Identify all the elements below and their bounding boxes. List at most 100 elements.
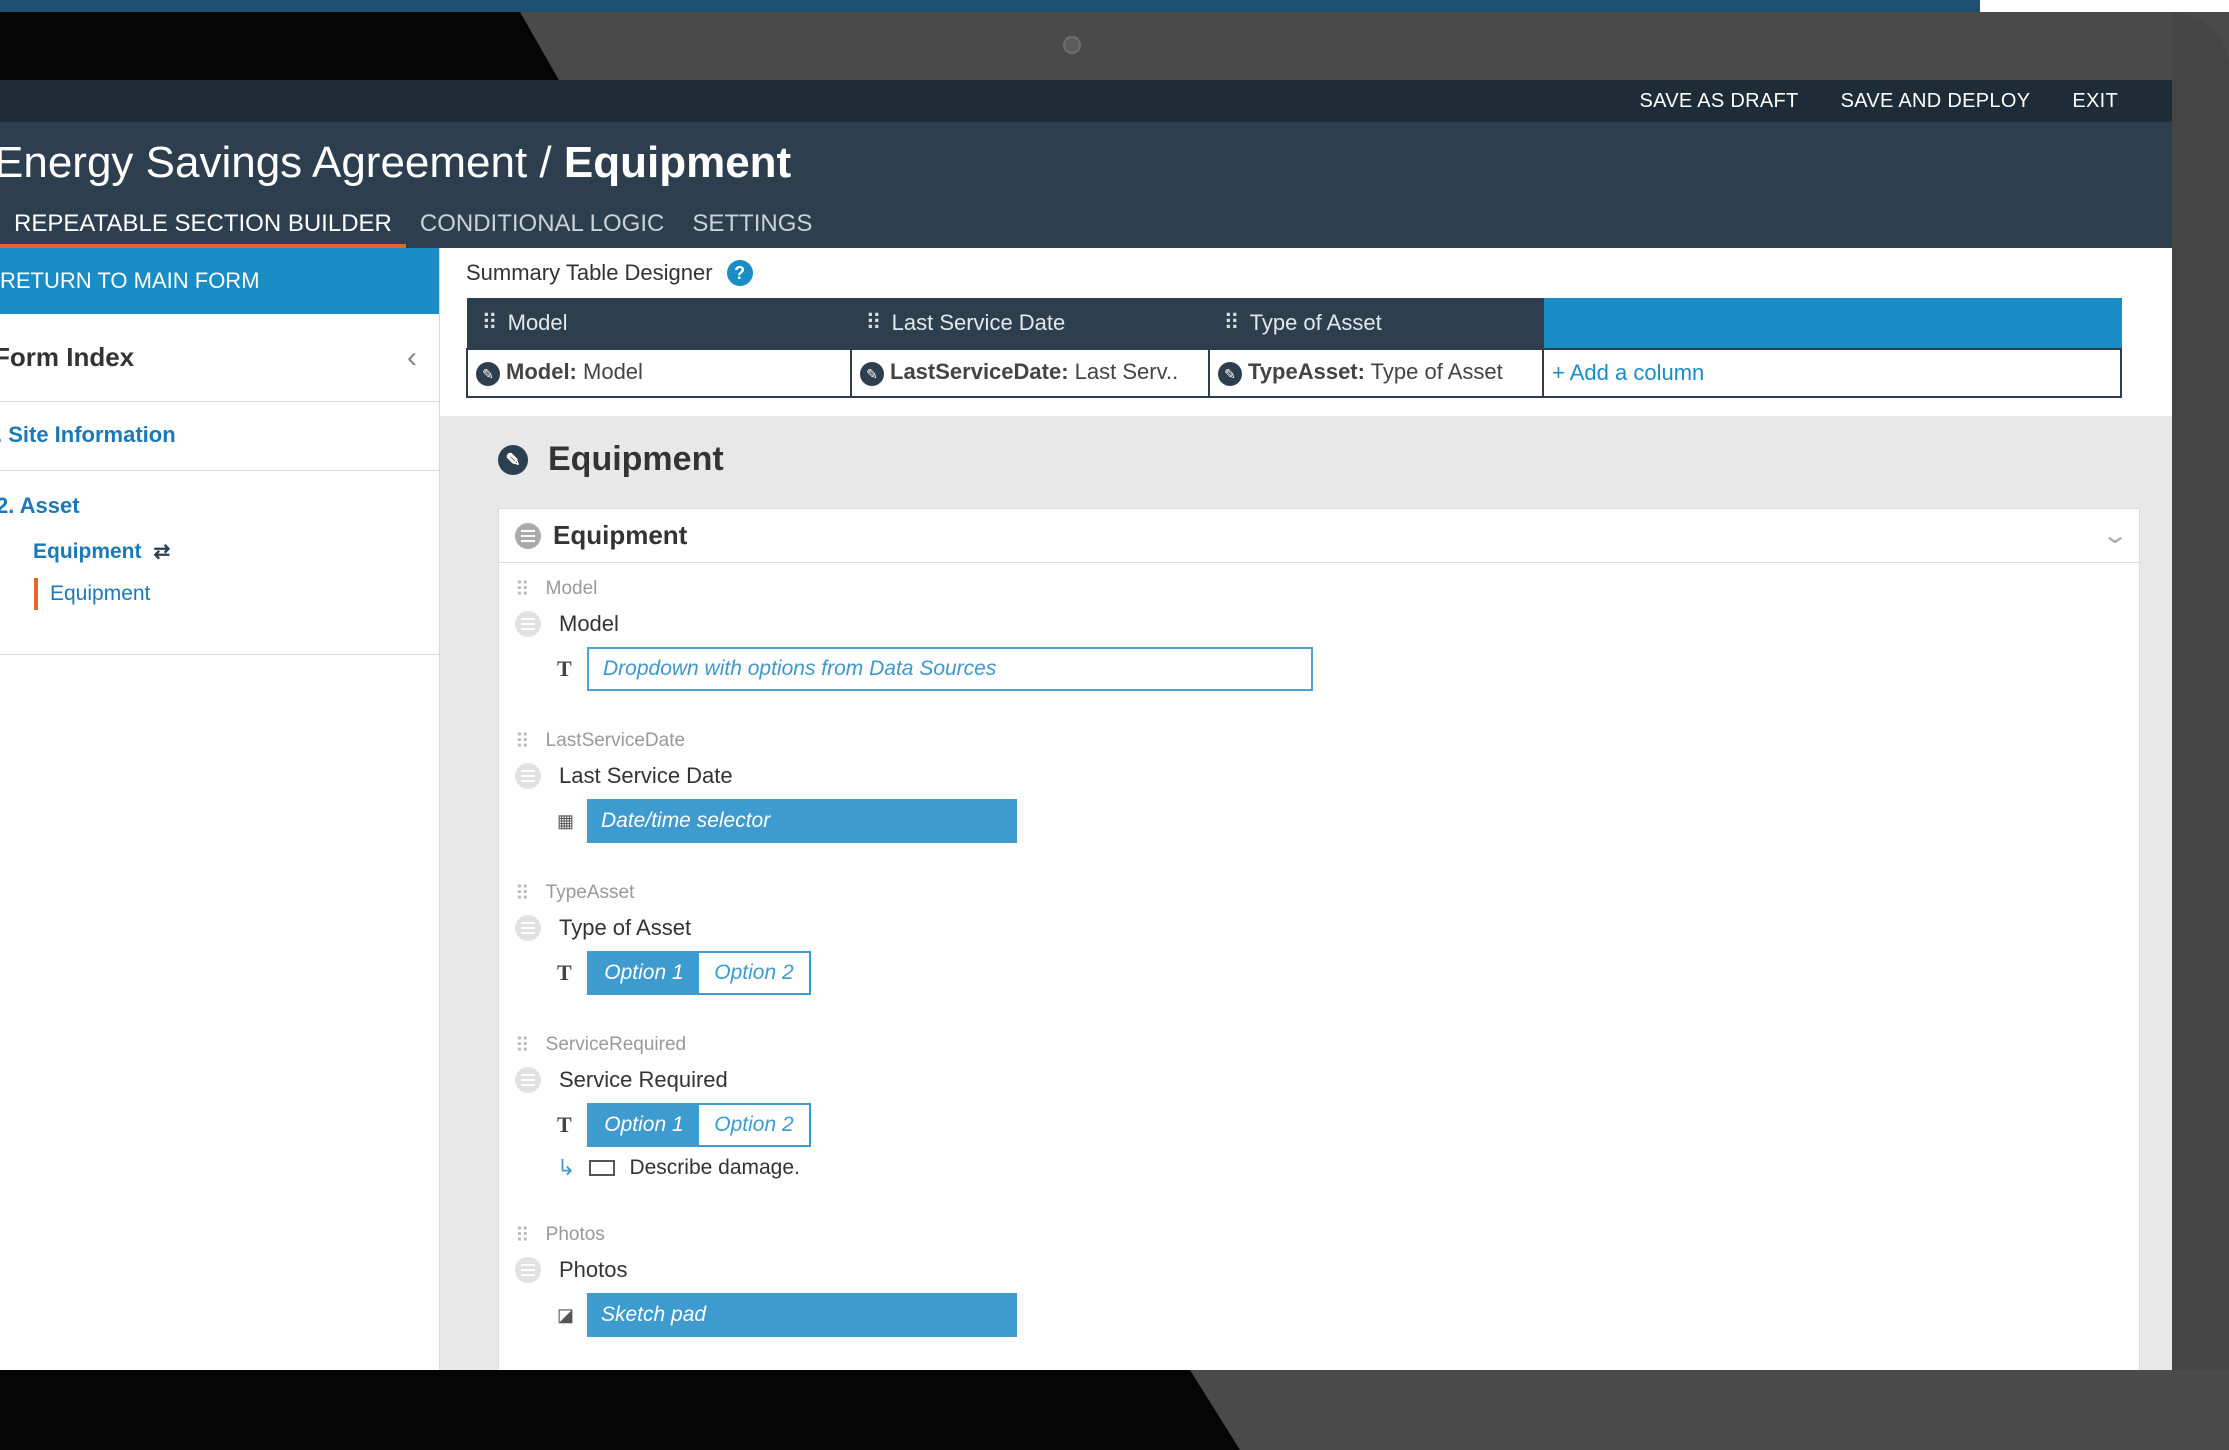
text-box-icon <box>589 1160 616 1176</box>
device-bezel-right <box>2172 12 2229 1450</box>
field-key: ⠿ Model <box>515 575 1915 603</box>
sketch-pad-button[interactable]: Sketch pad <box>587 1293 1017 1337</box>
nav-section-site-information: . Site Information <box>0 402 439 471</box>
cell-key: TypeAsset: <box>1248 359 1365 385</box>
date-time-selector-button[interactable]: Date/time selector <box>587 799 1017 843</box>
field-key-label: Photos <box>545 1224 605 1245</box>
card-header[interactable]: Equipment ⌄ <box>499 509 2139 563</box>
add-column-link[interactable]: + Add a column <box>1552 360 1704 385</box>
option-1-button[interactable]: Option 1 <box>589 953 699 993</box>
field-control-row: T Dropdown with options from Data Source… <box>557 647 1915 691</box>
section-title: ✎ Equipment <box>498 440 724 479</box>
summary-column-header[interactable]: ⠿ Last Service Date <box>850 298 1210 349</box>
option-group: Option 1 Option 2 <box>587 1103 811 1147</box>
menu-icon[interactable] <box>515 763 541 789</box>
drag-handle-icon[interactable]: ⠿ <box>482 310 498 335</box>
sidebar-item-label: Equipment <box>33 539 142 563</box>
text-type-icon: T <box>557 960 572 985</box>
cell-value: Type of Asset <box>1364 359 1503 385</box>
tab-repeatable-section-builder[interactable]: REPEATABLE SECTION BUILDER <box>0 202 406 248</box>
field-photos: ⠿ Photos Photos ◪ Sketch pad <box>515 1221 1915 1337</box>
menu-icon[interactable] <box>515 611 541 637</box>
nav-section-asset: 2. Asset Equipment ⇄ Equipment <box>0 471 439 655</box>
edit-icon[interactable]: ✎ <box>476 361 500 386</box>
summary-title: Summary Table Designer ? <box>466 260 753 286</box>
menu-icon[interactable] <box>515 1067 541 1093</box>
conditional-label: Describe damage. <box>629 1156 800 1179</box>
text-type-icon: T <box>557 656 572 681</box>
field-label: Photos <box>515 1253 1915 1287</box>
field-control-row: ▦ Date/time selector <box>557 799 1915 843</box>
summary-cell[interactable]: ✎ LastServiceDate: Last Serv.. <box>850 347 1210 398</box>
option-group: Option 1 Option 2 <box>587 951 811 995</box>
device-bezel-shadow <box>0 12 560 82</box>
field-label-text: Model <box>559 611 619 636</box>
option-2-button[interactable]: Option 2 <box>699 1105 809 1145</box>
option-1-button[interactable]: Option 1 <box>589 1105 699 1145</box>
tab-conditional-logic[interactable]: CONDITIONAL LOGIC <box>406 202 678 248</box>
summary-column-header[interactable]: ⠿ Model <box>466 298 852 349</box>
drag-handle-icon[interactable]: ⠿ <box>866 310 882 335</box>
tab-bar: REPEATABLE SECTION BUILDER CONDITIONAL L… <box>0 202 826 248</box>
cell-value: Last Serv.. <box>1068 359 1179 385</box>
edit-icon[interactable]: ✎ <box>1218 361 1242 386</box>
arrow-return-icon: ↳ <box>557 1155 576 1180</box>
dropdown-input[interactable]: Dropdown with options from Data Sources <box>587 647 1313 691</box>
column-header-label: Type of Asset <box>1249 310 1382 336</box>
sidebar-item-label: Equipment <box>50 582 151 605</box>
exit-button[interactable]: EXIT <box>2072 90 2118 113</box>
field-service-required: ⠿ ServiceRequired Service Required T Opti… <box>515 1031 1915 1181</box>
conditional-subfield[interactable]: ↳ Describe damage. <box>557 1155 1915 1181</box>
field-key-label: LastServiceDate <box>545 730 686 751</box>
field-label-text: Photos <box>559 1257 628 1282</box>
field-label: Model <box>515 607 1915 641</box>
save-and-deploy-button[interactable]: SAVE AND DEPLOY <box>1841 90 2031 113</box>
form-index-title: Form Index <box>0 342 135 372</box>
cell-value: Model <box>576 359 643 385</box>
drag-handle-icon[interactable]: ⠿ <box>515 881 530 906</box>
collapse-sidebar-icon[interactable]: ‹ <box>407 341 417 375</box>
summary-cell[interactable]: ✎ Model: Model <box>466 347 852 398</box>
chevron-down-icon[interactable]: ⌄ <box>2101 521 2129 550</box>
drag-handle-icon[interactable]: ⠿ <box>1224 310 1240 335</box>
field-key: ⠿ Photos <box>515 1221 1915 1249</box>
field-label-text: Type of Asset <box>559 915 692 940</box>
window-top-strip <box>0 0 1980 12</box>
page-header: Energy Savings Agreement / Equipment REP… <box>0 122 2172 248</box>
text-type-icon: T <box>557 1112 572 1137</box>
summary-column-header-empty <box>1542 298 2122 349</box>
field-label-text: Service Required <box>559 1067 728 1092</box>
field-label: Last Service Date <box>515 759 1915 793</box>
help-icon[interactable]: ? <box>726 260 753 286</box>
option-2-button[interactable]: Option 2 <box>699 953 809 993</box>
drag-handle-icon[interactable]: ⠿ <box>515 1033 530 1058</box>
drag-handle-icon[interactable]: ⠿ <box>515 1223 530 1248</box>
menu-icon[interactable] <box>515 522 541 549</box>
edit-section-icon[interactable]: ✎ <box>498 444 528 475</box>
cell-key: LastServiceDate: <box>890 359 1069 385</box>
sidebar-item-equipment-repeat[interactable]: Equipment ⇄ <box>33 539 439 564</box>
field-label: Service Required <box>515 1063 1915 1097</box>
tab-settings[interactable]: SETTINGS <box>678 202 826 248</box>
save-as-draft-button[interactable]: SAVE AS DRAFT <box>1639 90 1798 113</box>
sketch-icon: ◪ <box>557 1304 575 1325</box>
field-control-row: ◪ Sketch pad <box>557 1293 1915 1337</box>
repeat-icon: ⇄ <box>153 541 171 563</box>
drag-handle-icon[interactable]: ⠿ <box>515 577 530 602</box>
summary-cell[interactable]: ✎ TypeAsset: Type of Asset <box>1208 347 1544 398</box>
sidebar-item-asset[interactable]: 2. Asset <box>0 493 439 519</box>
menu-icon[interactable] <box>515 915 541 941</box>
field-key-label: ServiceRequired <box>545 1034 687 1055</box>
cell-key: Model: <box>506 359 577 385</box>
return-to-main-form-button[interactable]: RETURN TO MAIN FORM <box>0 248 439 314</box>
summary-column-header[interactable]: ⠿ Type of Asset <box>1208 298 1544 349</box>
drag-handle-icon[interactable]: ⠿ <box>515 729 530 754</box>
field-model: ⠿ Model Model T Dropdown with options fro… <box>515 575 1915 691</box>
sidebar-item-site-information[interactable]: . Site Information <box>0 422 439 448</box>
edit-icon[interactable]: ✎ <box>860 361 884 386</box>
menu-icon[interactable] <box>515 1257 541 1283</box>
column-header-label: Last Service Date <box>891 310 1066 336</box>
summary-table-designer: Summary Table Designer ? ⠿ Model ⠿ Last Se… <box>440 248 2172 416</box>
sidebar-item-equipment-active[interactable]: Equipment <box>34 578 439 610</box>
summary-cell-add: + Add a column <box>1542 347 2122 398</box>
